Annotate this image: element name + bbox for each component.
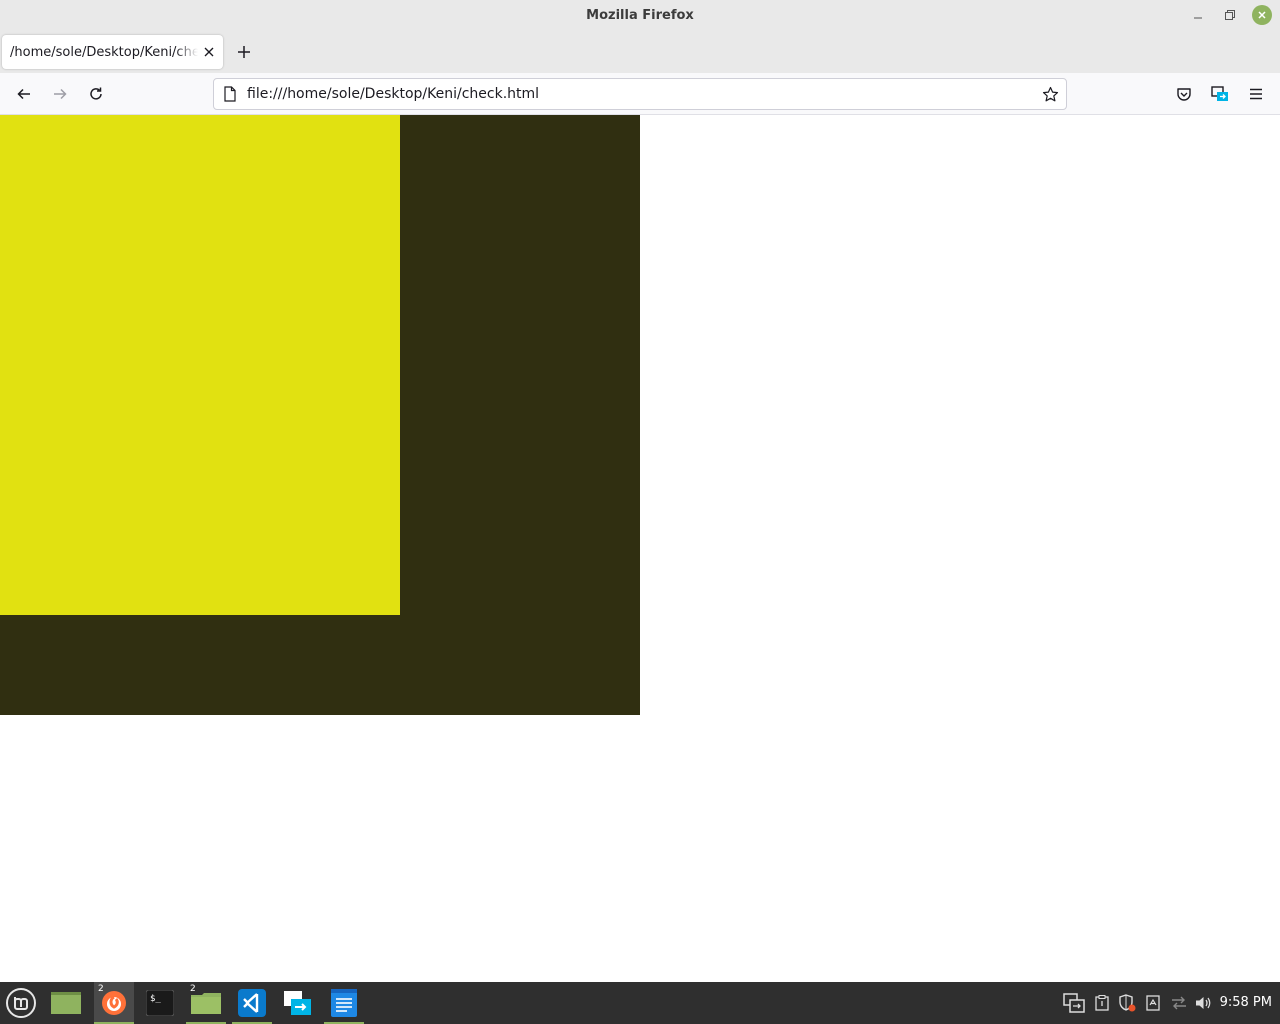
window-controls: [1188, 5, 1272, 25]
new-tab-button[interactable]: [232, 40, 256, 64]
text-editor-icon: [331, 989, 357, 1017]
screen-share-icon: [1211, 86, 1228, 101]
maximize-button[interactable]: [1220, 5, 1240, 25]
svg-text:$_: $_: [150, 994, 161, 1004]
bookmark-star-icon[interactable]: [1042, 86, 1059, 103]
taskbar: 2 $_ 2 9:58 PM: [0, 982, 1280, 1024]
page-content: [0, 115, 1280, 982]
clock[interactable]: 9:58 PM: [1220, 995, 1272, 1010]
taskbar-text-editor[interactable]: [324, 982, 364, 1024]
plus-icon: [238, 46, 250, 58]
show-desktop-icon: [51, 992, 81, 1014]
arrow-right-icon: [54, 88, 67, 100]
minimize-icon: [1194, 17, 1202, 19]
taskbar-vscode[interactable]: [232, 982, 272, 1024]
close-window-button[interactable]: [1252, 5, 1272, 25]
tab-bar: /home/sole/Desktop/Keni/check.html: [0, 31, 1280, 73]
taskbar-files[interactable]: 2: [186, 982, 226, 1024]
url-bar[interactable]: file:///home/sole/Desktop/Keni/check.htm…: [213, 78, 1067, 110]
page-icon: [224, 86, 236, 102]
window-title: Mozilla Firefox: [586, 8, 694, 23]
outer-dark-box: [0, 115, 640, 715]
sharing-icon: [284, 991, 311, 1015]
shield-icon: [1119, 994, 1136, 1012]
volume-icon: [1196, 997, 1211, 1009]
tab-title: /home/sole/Desktop/Keni/check.html: [10, 44, 198, 60]
window-titlebar: Mozilla Firefox: [0, 0, 1280, 31]
inner-yellow-box: [0, 115, 400, 615]
taskbar-sharing[interactable]: [278, 982, 318, 1024]
close-icon: [1258, 11, 1266, 19]
tray-network[interactable]: [1166, 982, 1192, 1024]
taskbar-firefox[interactable]: 2: [94, 982, 134, 1024]
restore-icon: [1225, 10, 1235, 20]
tray-clipboard[interactable]: [1089, 982, 1115, 1024]
show-desktop-button[interactable]: [46, 982, 86, 1024]
tab-close-button[interactable]: [201, 44, 217, 60]
menu-button[interactable]: [1244, 82, 1268, 106]
browser-tab[interactable]: /home/sole/Desktop/Keni/check.html: [2, 35, 223, 69]
pocket-icon: [1177, 88, 1191, 101]
extension-button[interactable]: [1208, 82, 1232, 106]
tray-volume[interactable]: [1191, 982, 1217, 1024]
mint-menu-icon: [6, 988, 36, 1018]
hamburger-icon: [1250, 88, 1262, 100]
tray-notes[interactable]: [1140, 982, 1166, 1024]
window-count-badge: 2: [98, 984, 104, 994]
network-icon: [1172, 996, 1186, 1010]
url-text[interactable]: file:///home/sole/Desktop/Keni/check.htm…: [247, 86, 539, 102]
reload-icon: [90, 87, 102, 100]
screen-share-icon: [1063, 993, 1085, 1013]
taskbar-terminal[interactable]: $_: [140, 982, 180, 1024]
mint-menu-button[interactable]: [1, 982, 41, 1024]
tray-display[interactable]: [1061, 982, 1087, 1024]
close-icon: [204, 47, 214, 57]
navigation-toolbar: file:///home/sole/Desktop/Keni/check.htm…: [0, 73, 1280, 115]
vscode-icon: [238, 989, 266, 1017]
clipboard-icon: [1095, 995, 1109, 1011]
firefox-icon: [102, 991, 126, 1015]
reload-button[interactable]: [84, 82, 108, 106]
tray-update-manager[interactable]: [1114, 982, 1140, 1024]
files-icon: [191, 993, 221, 1014]
pocket-button[interactable]: [1172, 82, 1196, 106]
arrow-left-icon: [17, 88, 30, 100]
terminal-icon: $_: [146, 990, 174, 1016]
back-button[interactable]: [12, 82, 36, 106]
window-count-badge: 2: [190, 984, 196, 994]
note-icon: [1146, 995, 1160, 1011]
minimize-button[interactable]: [1188, 5, 1208, 25]
forward-button[interactable]: [48, 82, 72, 106]
